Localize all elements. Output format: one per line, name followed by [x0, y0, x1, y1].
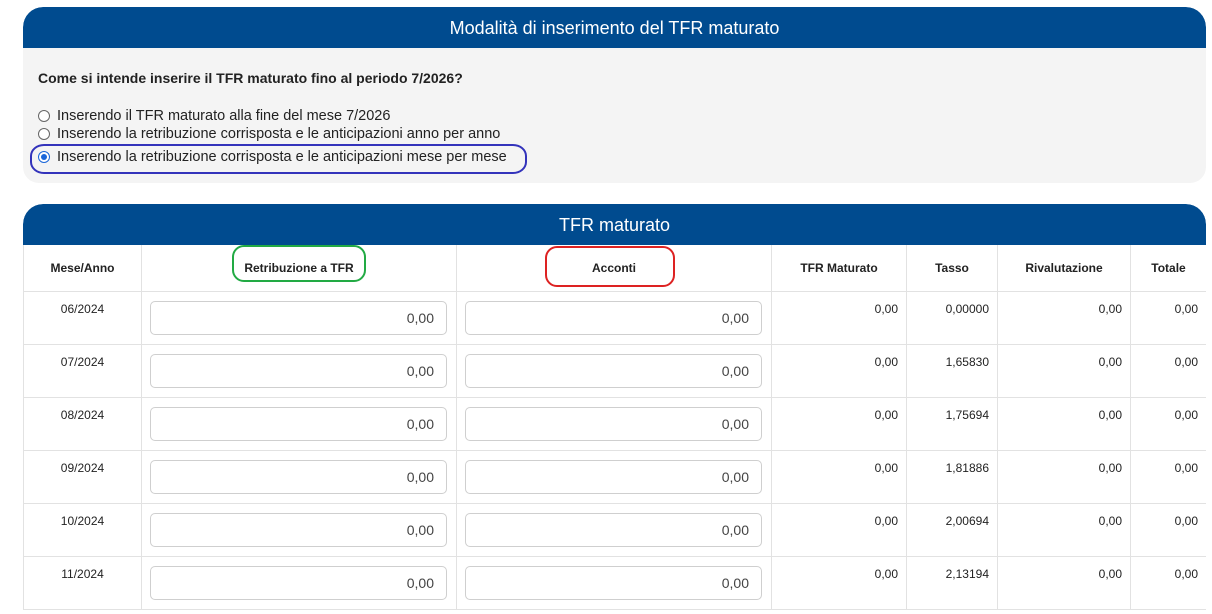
salary-input[interactable] — [150, 460, 447, 494]
cell-revaluation: 0,00 — [997, 344, 1131, 398]
cell-advances — [456, 556, 772, 610]
cell-revaluation: 0,00 — [997, 397, 1131, 451]
tfr-mode-panel: Modalità di inserimento del TFR maturato… — [23, 7, 1206, 183]
salary-input[interactable] — [150, 513, 447, 547]
cell-revaluation: 0,00 — [997, 450, 1131, 504]
column-header-salary: Retribuzione a TFR — [141, 245, 457, 292]
radio-option-year-by-year[interactable]: Inserendo la retribuzione corrisposta e … — [38, 126, 500, 142]
cell-tfr: 0,00 — [771, 503, 907, 557]
cell-month: 10/2024 — [23, 503, 142, 557]
cell-tfr: 0,00 — [771, 291, 907, 345]
cell-tfr: 0,00 — [771, 556, 907, 610]
cell-revaluation: 0,00 — [997, 503, 1131, 557]
cell-salary — [141, 556, 457, 610]
cell-salary — [141, 503, 457, 557]
cell-rate: 1,81886 — [906, 450, 998, 504]
cell-rate: 1,65830 — [906, 344, 998, 398]
tfr-mode-question: Come si intende inserire il TFR maturato… — [38, 70, 463, 86]
column-header-month: Mese/Anno — [23, 245, 142, 292]
cell-total: 0,00 — [1130, 291, 1206, 345]
tfr-table-panel: TFR maturato Mese/Anno Retribuzione a TF… — [23, 204, 1206, 614]
advances-input[interactable] — [465, 566, 762, 600]
cell-advances — [456, 397, 772, 451]
table-row: 06/20240,000,000000,000,00 — [23, 291, 1206, 345]
cell-tfr: 0,00 — [771, 450, 907, 504]
column-header-advances: Acconti — [456, 245, 772, 292]
cell-advances — [456, 291, 772, 345]
column-header-tfr: TFR Maturato — [771, 245, 907, 292]
radio-option-label: Inserendo la retribuzione corrisposta e … — [57, 126, 501, 142]
column-header-total: Totale — [1130, 245, 1206, 292]
table-row: 07/20240,001,658300,000,00 — [23, 344, 1206, 398]
column-header-rate: Tasso — [906, 245, 998, 292]
cell-rate: 1,75694 — [906, 397, 998, 451]
column-header-revaluation: Rivalutazione — [997, 245, 1131, 292]
cell-rate: 2,00694 — [906, 503, 998, 557]
table-row: 08/20240,001,756940,000,00 — [23, 397, 1206, 451]
salary-input[interactable] — [150, 407, 447, 441]
advances-input[interactable] — [465, 407, 762, 441]
table-row: 11/20240,002,131940,000,00 — [23, 556, 1206, 610]
cell-month: 11/2024 — [23, 556, 142, 610]
cell-tfr: 0,00 — [771, 397, 907, 451]
table-header-row: Mese/Anno Retribuzione a TFR Acconti TFR… — [23, 245, 1206, 292]
cell-month: 08/2024 — [23, 397, 142, 451]
salary-input[interactable] — [150, 354, 447, 388]
cell-month: 06/2024 — [23, 291, 142, 345]
cell-revaluation: 0,00 — [997, 291, 1131, 345]
table-row: 10/20240,002,006940,000,00 — [23, 503, 1206, 557]
cell-tfr: 0,00 — [771, 344, 907, 398]
salary-input[interactable] — [150, 566, 447, 600]
cell-advances — [456, 344, 772, 398]
selected-option-highlight — [30, 144, 527, 174]
cell-rate: 0,00000 — [906, 291, 998, 345]
cell-total: 0,00 — [1130, 556, 1206, 610]
cell-month: 07/2024 — [23, 344, 142, 398]
cell-total: 0,00 — [1130, 503, 1206, 557]
advances-input[interactable] — [465, 301, 762, 335]
cell-month: 09/2024 — [23, 450, 142, 504]
cell-total: 0,00 — [1130, 450, 1206, 504]
advances-input[interactable] — [465, 460, 762, 494]
radio-button-unchecked[interactable] — [38, 128, 50, 140]
cell-salary — [141, 397, 457, 451]
salary-input[interactable] — [150, 301, 447, 335]
cell-total: 0,00 — [1130, 344, 1206, 398]
tfr-table-panel-title: TFR maturato — [23, 204, 1206, 245]
cell-advances — [456, 503, 772, 557]
advances-input[interactable] — [465, 513, 762, 547]
cell-salary — [141, 291, 457, 345]
cell-salary — [141, 450, 457, 504]
cell-advances — [456, 450, 772, 504]
radio-button-unchecked[interactable] — [38, 110, 50, 122]
radio-option-end-of-month[interactable]: Inserendo il TFR maturato alla fine del … — [38, 106, 390, 126]
cell-total: 0,00 — [1130, 397, 1206, 451]
cell-revaluation: 0,00 — [997, 556, 1131, 610]
radio-option-label: Inserendo il TFR maturato alla fine del … — [57, 108, 391, 124]
cell-salary — [141, 344, 457, 398]
tfr-mode-panel-title: Modalità di inserimento del TFR maturato — [23, 7, 1206, 48]
tfr-table: Mese/Anno Retribuzione a TFR Acconti TFR… — [23, 245, 1206, 610]
advances-input[interactable] — [465, 354, 762, 388]
table-row: 09/20240,001,818860,000,00 — [23, 450, 1206, 504]
cell-rate: 2,13194 — [906, 556, 998, 610]
